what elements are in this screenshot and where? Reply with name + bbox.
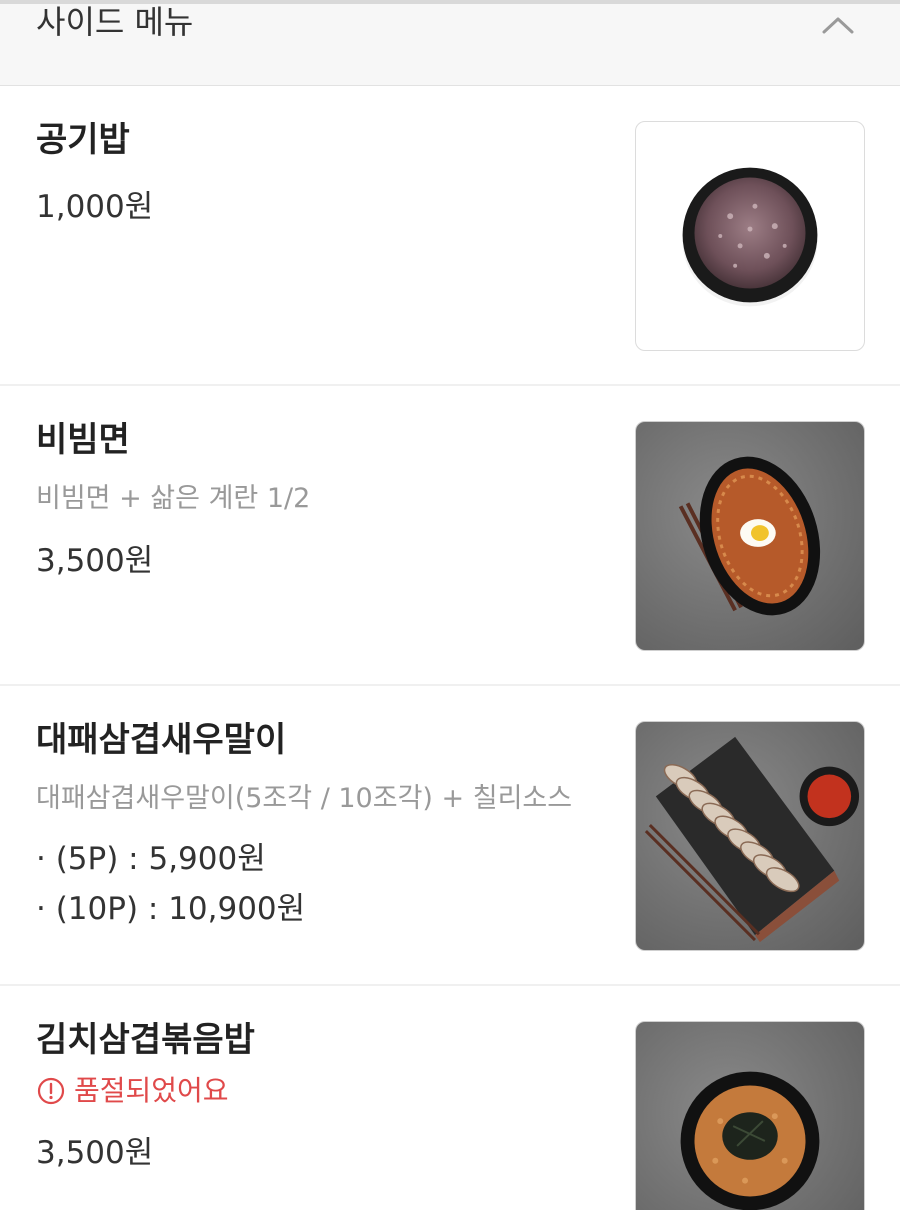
item-name: 대패삼겹새우말이	[36, 720, 287, 760]
section-title: 사이드 메뉴	[36, 3, 194, 41]
item-price: 3,500원	[36, 1135, 154, 1171]
item-price: 1,000원	[36, 189, 154, 225]
kimchi-fried-rice-photo	[680, 1071, 820, 1210]
item-image-rice	[635, 121, 865, 351]
menu-item-rice[interactable]: 공기밥 1,000원	[0, 86, 900, 386]
pork-shrimp-rolls-photo	[644, 736, 860, 943]
menu-item-pork-shrimp-rolls[interactable]: 대패삼겹새우말이 대패삼겹새우말이(5조각 / 10조각) + 칠리소스 · (…	[0, 686, 900, 986]
item-name: 공기밥	[36, 120, 130, 160]
item-name: 비빔면	[36, 420, 130, 460]
item-description: 비빔면 + 삶은 계란 1/2	[36, 483, 311, 514]
item-option-price: · (5P) : 5,900원	[36, 841, 266, 877]
collapse-button[interactable]	[818, 10, 858, 40]
item-image-pork-shrimp-rolls	[635, 721, 865, 951]
item-description: 대패삼겹새우말이(5조각 / 10조각) + 칠리소스	[36, 783, 573, 814]
item-image-bibim-noodles	[635, 421, 865, 651]
soldout-text: 품절되었어요	[74, 1074, 229, 1107]
bibim-noodles-photo	[678, 456, 821, 616]
menu-item-kimchi-fried-rice[interactable]: 김치삼겹볶음밥 품절되었어요 3,500원	[0, 986, 900, 1210]
menu-item-bibim-noodles[interactable]: 비빔면 비빔면 + 삶은 계란 1/2 3,500원	[0, 386, 900, 686]
section-header[interactable]: 사이드 메뉴	[0, 4, 900, 86]
item-name: 김치삼겹볶음밥	[36, 1020, 255, 1060]
soldout-notice: 품절되었어요	[36, 1074, 229, 1108]
chevron-up-icon	[822, 17, 854, 34]
alert-circle-icon	[37, 1077, 65, 1105]
rice-bowl-photo	[682, 167, 818, 307]
item-price: 3,500원	[36, 543, 154, 579]
item-image-kimchi-fried-rice	[635, 1021, 865, 1210]
item-option-price: · (10P) : 10,900원	[36, 891, 306, 927]
